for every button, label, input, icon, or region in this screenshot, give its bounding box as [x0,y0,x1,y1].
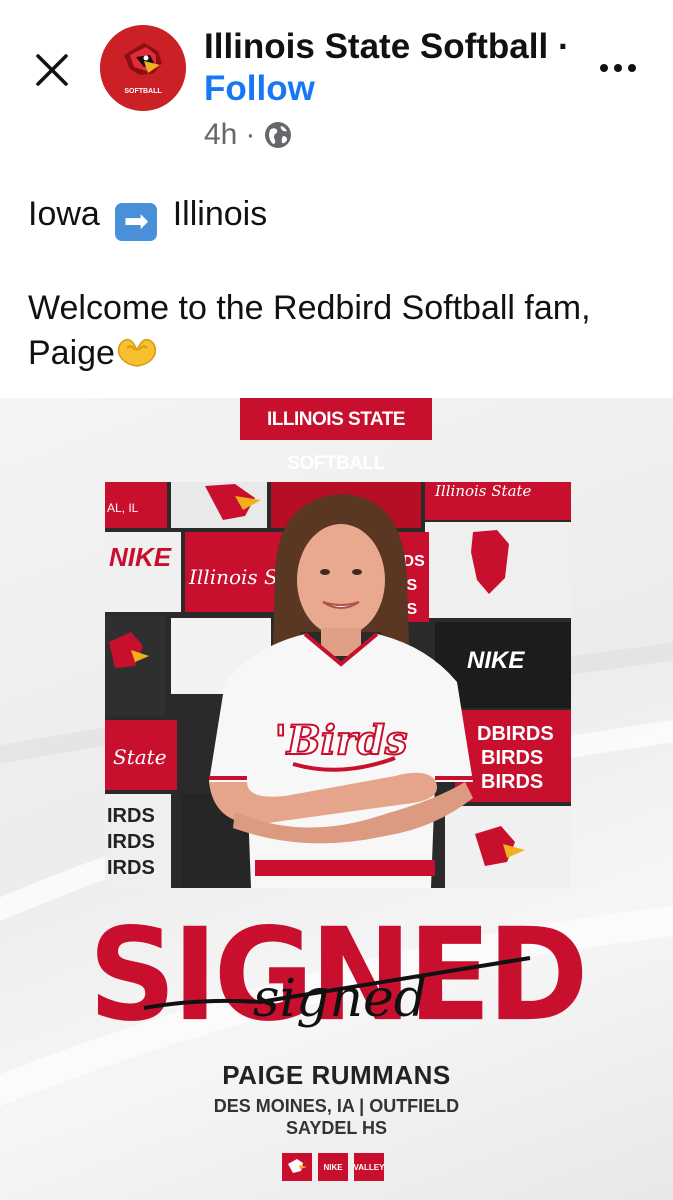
player-hometown-position: DES MOINES, IA | OUTFIELD [213,1096,460,1116]
follow-separator: · [557,27,570,66]
caption-from: Iowa [28,195,100,233]
script-signed-overlay: signed [143,956,531,1029]
backdrop-text: BIRDS [481,771,543,793]
page-name-link[interactable]: Illinois State Softball [204,27,548,66]
right-arrow-emoji-icon: ➡ [115,203,158,241]
close-icon[interactable] [30,48,74,92]
post-meta: 4h · [204,118,293,152]
backdrop-text: Illinois State [434,482,532,500]
backdrop-text: State [113,745,167,769]
jersey-text: 'Birds [275,717,408,764]
meta-separator: · [245,118,256,151]
backdrop-text: NIKE [467,647,525,674]
backdrop-text: IRDS [107,831,155,853]
backdrop-text: DBIRDS [477,723,554,745]
backdrop-text: IRDS [107,805,155,827]
redbird-logo-icon [282,1153,312,1181]
page-title: Illinois State Softball · Follow [204,26,584,110]
follow-button[interactable]: Follow [204,69,315,108]
caption-line-1: Iowa ➡ Illinois [28,192,658,241]
globe-icon [265,122,292,148]
caption-line-2: Welcome to the Redbird Softball fam, Pai… [28,286,658,376]
script-signed-text: signed [253,969,427,1029]
more-dot [614,64,622,72]
caption-welcome: Welcome to the Redbird Softball fam, Pai… [28,289,591,372]
valley-logo-icon: VALLEY [354,1153,384,1181]
program-banner: ILLINOIS STATE SOFTBALL [240,398,432,474]
backdrop-text: AL, IL [107,501,139,515]
caption-spacer [28,241,658,286]
post-header: SOFTBALL Illinois State Softball · Follo… [0,0,673,180]
backdrop-text: NIKE [109,542,172,572]
caption-to: Illinois [172,195,268,233]
backdrop-text: IRDS [107,857,155,879]
nike-logo-icon: NIKE [318,1153,348,1181]
player-high-school: SAYDEL HS [285,1118,388,1138]
player-photo: Illinois St NIKE NIKE State DBIRDS BIRDS… [105,482,571,888]
more-dot [600,64,608,72]
timestamp[interactable]: 4h [204,118,237,152]
more-dot [628,64,636,72]
backdrop-text: Illinois St [188,565,287,589]
redbird-logo-icon: SOFTBALL [100,25,186,111]
player-name: PAIGE RUMMANS [222,1060,451,1090]
backdrop-text: BIRDS [481,747,543,769]
post-caption: Iowa ➡ Illinois Welcome to the Redbird S… [28,192,658,376]
more-options-icon[interactable] [600,58,644,78]
sponsor-logos: NIKE VALLEY [282,1153,392,1183]
avatar[interactable]: SOFTBALL [100,25,186,111]
signing-graphic[interactable]: ILLINOIS STATE SOFTBALL Illinois St NIKE… [0,398,673,1200]
player-photo-art: Illinois St NIKE NIKE State DBIRDS BIRDS… [105,482,571,888]
heart-hands-emoji-icon [117,338,157,367]
avatar-label: SOFTBALL [124,88,162,95]
